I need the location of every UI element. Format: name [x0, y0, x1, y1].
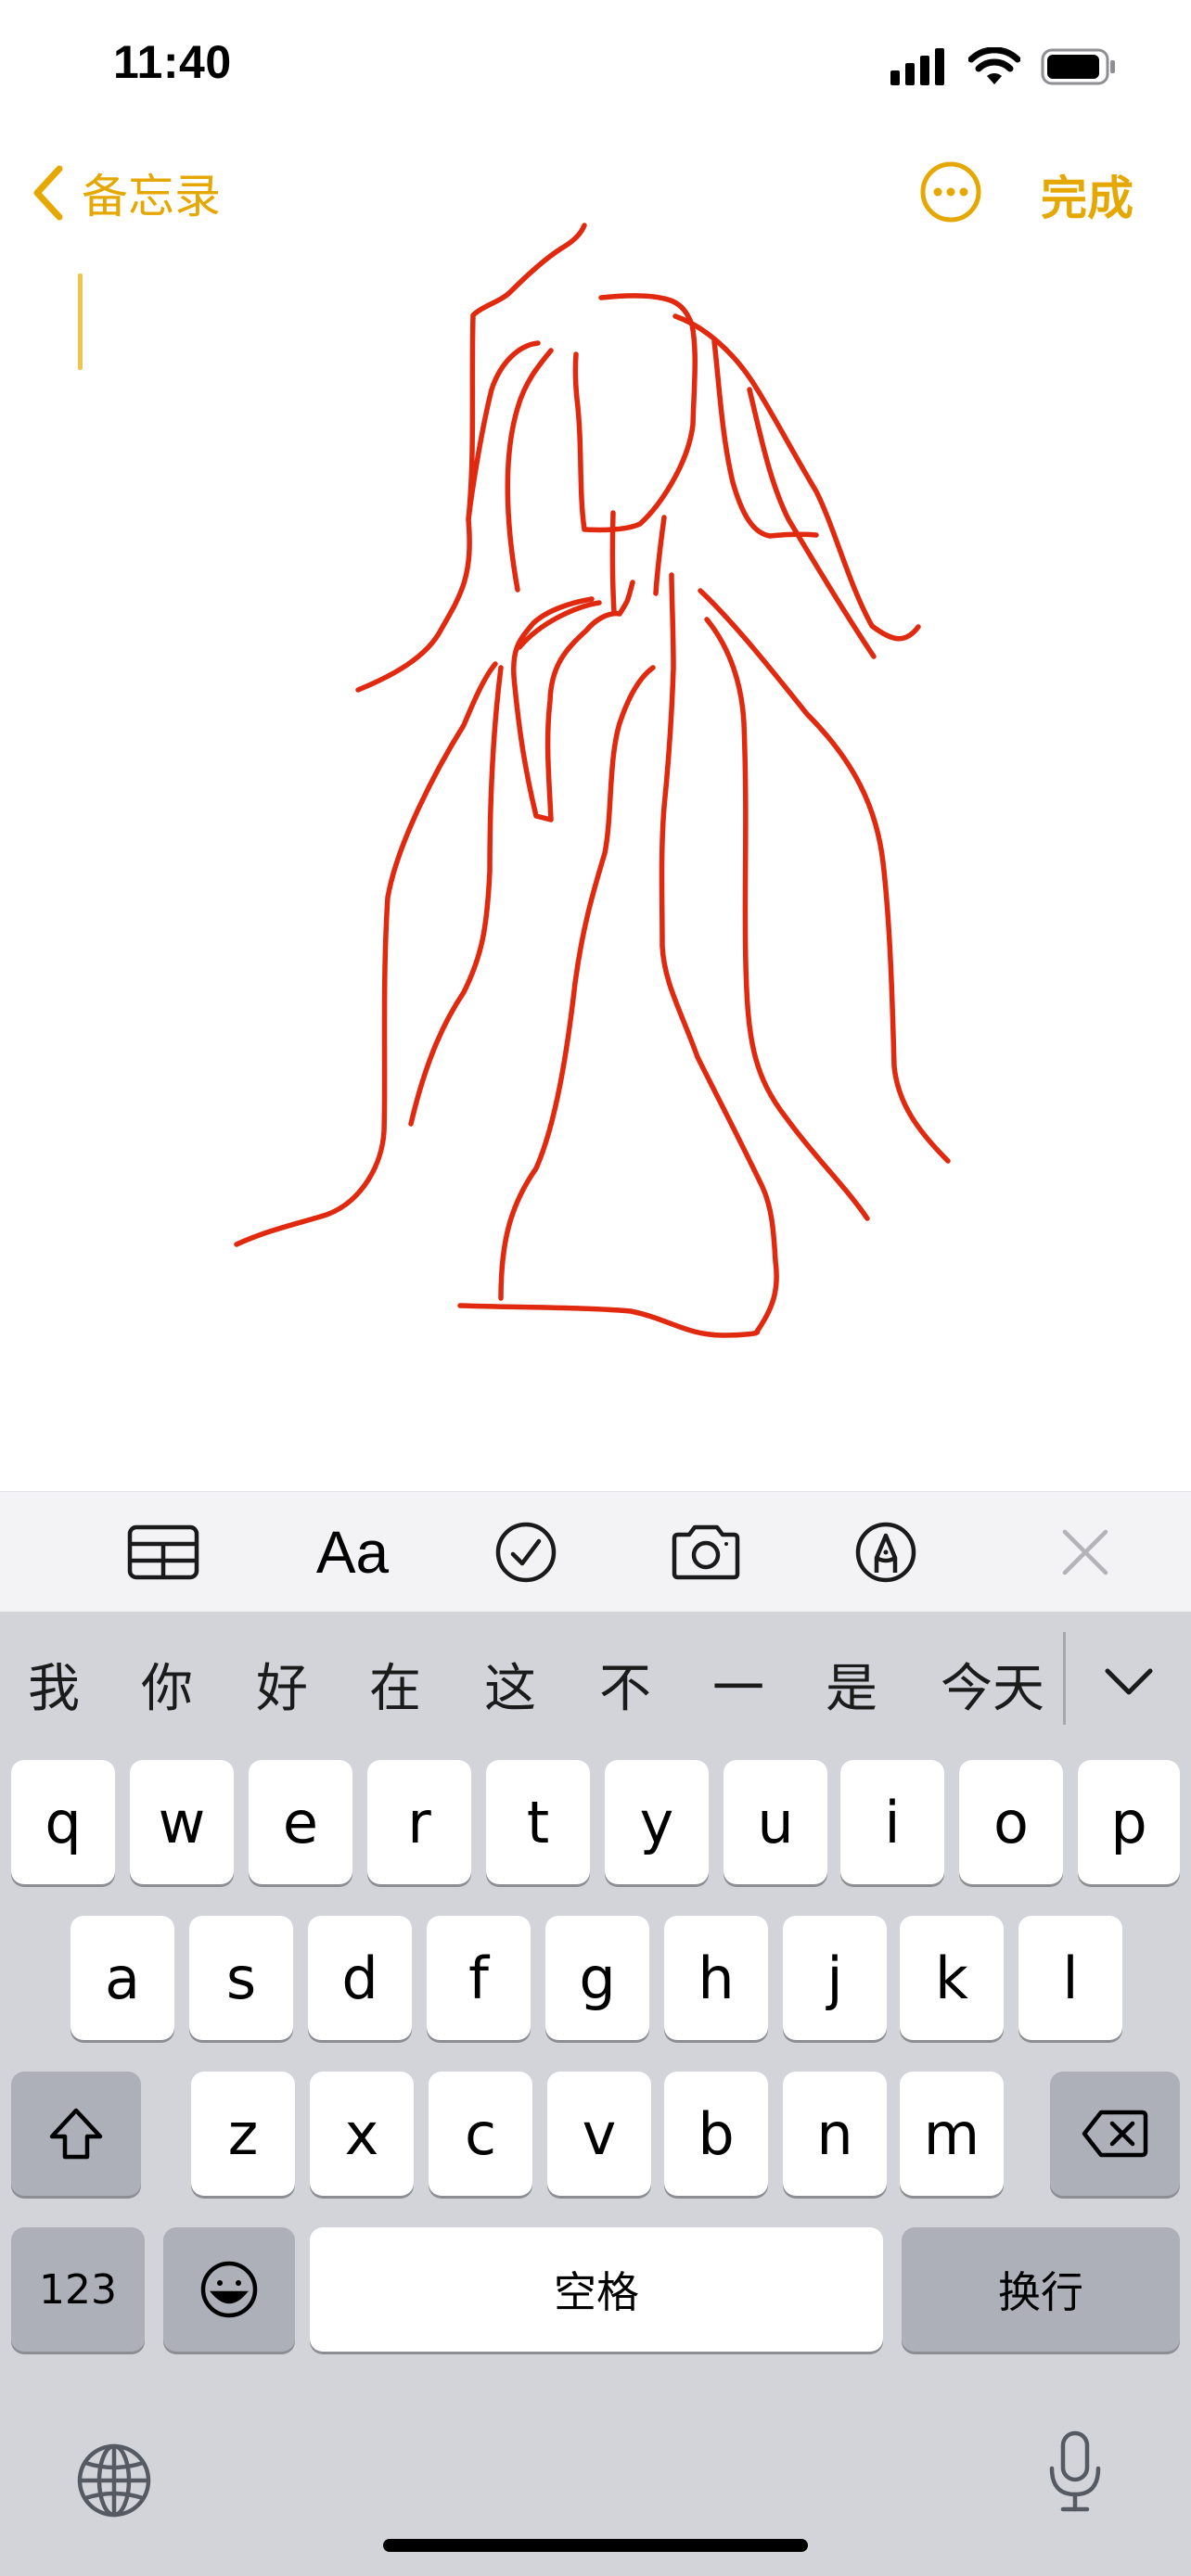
key-p[interactable]: p	[1078, 1760, 1180, 1884]
key-z[interactable]: z	[191, 2072, 295, 2196]
key-b[interactable]: b	[664, 2072, 768, 2196]
key-t[interactable]: t	[486, 1760, 590, 1884]
candidate-word[interactable]: 你	[141, 1647, 193, 1722]
key-c[interactable]: c	[429, 2072, 532, 2196]
editing-toolbar: Aa	[0, 1491, 1191, 1612]
candidate-bar: 我 你 好 在 这 不 一 是 今天	[0, 1612, 1191, 1762]
space-key[interactable]: 空格	[310, 2227, 883, 2352]
numbers-key[interactable]: 123	[11, 2227, 145, 2352]
sketch-stroke	[505, 348, 554, 593]
markup-pen-icon	[855, 1522, 916, 1583]
shift-key[interactable]	[11, 2072, 141, 2196]
key-q[interactable]: q	[11, 1760, 115, 1884]
close-toolbar-button[interactable]	[1059, 1512, 1111, 1592]
candidate-word[interactable]: 是	[826, 1647, 877, 1722]
key-s[interactable]: s	[189, 1916, 293, 2040]
key-w[interactable]: w	[130, 1760, 234, 1884]
return-key[interactable]: 换行	[902, 2227, 1180, 2352]
sketch-stroke	[572, 293, 698, 533]
camera-button[interactable]	[668, 1512, 744, 1592]
sketch-stroke	[672, 313, 921, 642]
emoji-icon	[200, 2261, 258, 2318]
key-f[interactable]: f	[427, 1916, 531, 2040]
key-a[interactable]: a	[70, 1916, 174, 2040]
candidate-divider	[1063, 1632, 1066, 1725]
camera-icon	[672, 1524, 740, 1580]
delete-key[interactable]	[1050, 2072, 1180, 2196]
sketch-stroke	[711, 338, 819, 539]
sketch-stroke	[609, 510, 617, 615]
candidate-word[interactable]: 这	[484, 1647, 536, 1722]
keyboard: 我 你 好 在 这 不 一 是 今天 q w e r t y u i o p a…	[0, 1612, 1191, 2576]
key-i[interactable]: i	[840, 1760, 944, 1884]
sketch-stroke	[511, 580, 635, 823]
chevron-down-icon[interactable]	[1098, 1651, 1159, 1712]
key-r[interactable]: r	[367, 1760, 471, 1884]
key-j[interactable]: j	[783, 1916, 887, 2040]
key-x[interactable]: x	[310, 2072, 414, 2196]
key-y[interactable]: y	[605, 1760, 709, 1884]
key-v[interactable]: v	[547, 2072, 651, 2196]
checklist-button[interactable]	[493, 1512, 558, 1592]
candidate-word[interactable]: 不	[599, 1647, 651, 1722]
candidate-word[interactable]: 我	[28, 1647, 80, 1722]
format-button[interactable]: Aa	[306, 1512, 399, 1592]
table-button[interactable]	[126, 1512, 200, 1592]
candidate-word[interactable]: 好	[256, 1647, 308, 1722]
candidate-word[interactable]: 在	[369, 1647, 421, 1722]
key-n[interactable]: n	[783, 2072, 887, 2196]
key-m[interactable]: m	[900, 2072, 1004, 2196]
key-g[interactable]: g	[545, 1916, 649, 2040]
sketch-stroke	[457, 572, 779, 1338]
checklist-icon	[495, 1522, 557, 1583]
key-h[interactable]: h	[664, 1916, 768, 2040]
key-o[interactable]: o	[959, 1760, 1063, 1884]
globe-icon[interactable]	[76, 2442, 152, 2519]
microphone-icon[interactable]	[1046, 2429, 1104, 2515]
delete-icon	[1082, 2110, 1148, 2158]
format-label: Aa	[315, 1519, 390, 1586]
key-u[interactable]: u	[724, 1760, 827, 1884]
sketch-stroke	[234, 661, 498, 1247]
shift-icon	[49, 2108, 103, 2160]
candidate-word[interactable]: 今天	[941, 1647, 1044, 1722]
sketch-stroke	[747, 387, 877, 659]
key-k[interactable]: k	[900, 1916, 1004, 2040]
emoji-key[interactable]	[163, 2227, 295, 2352]
home-indicator	[383, 2539, 808, 2552]
key-e[interactable]: e	[249, 1760, 352, 1884]
sketch-stroke	[653, 515, 667, 596]
sketch-stroke	[466, 340, 541, 522]
table-icon	[127, 1524, 199, 1580]
close-icon	[1062, 1529, 1108, 1575]
candidate-word[interactable]: 一	[712, 1647, 764, 1722]
markup-button[interactable]	[853, 1512, 918, 1592]
key-d[interactable]: d	[308, 1916, 412, 2040]
sketch-drawing[interactable]	[0, 0, 1191, 1491]
key-l[interactable]: l	[1018, 1916, 1122, 2040]
